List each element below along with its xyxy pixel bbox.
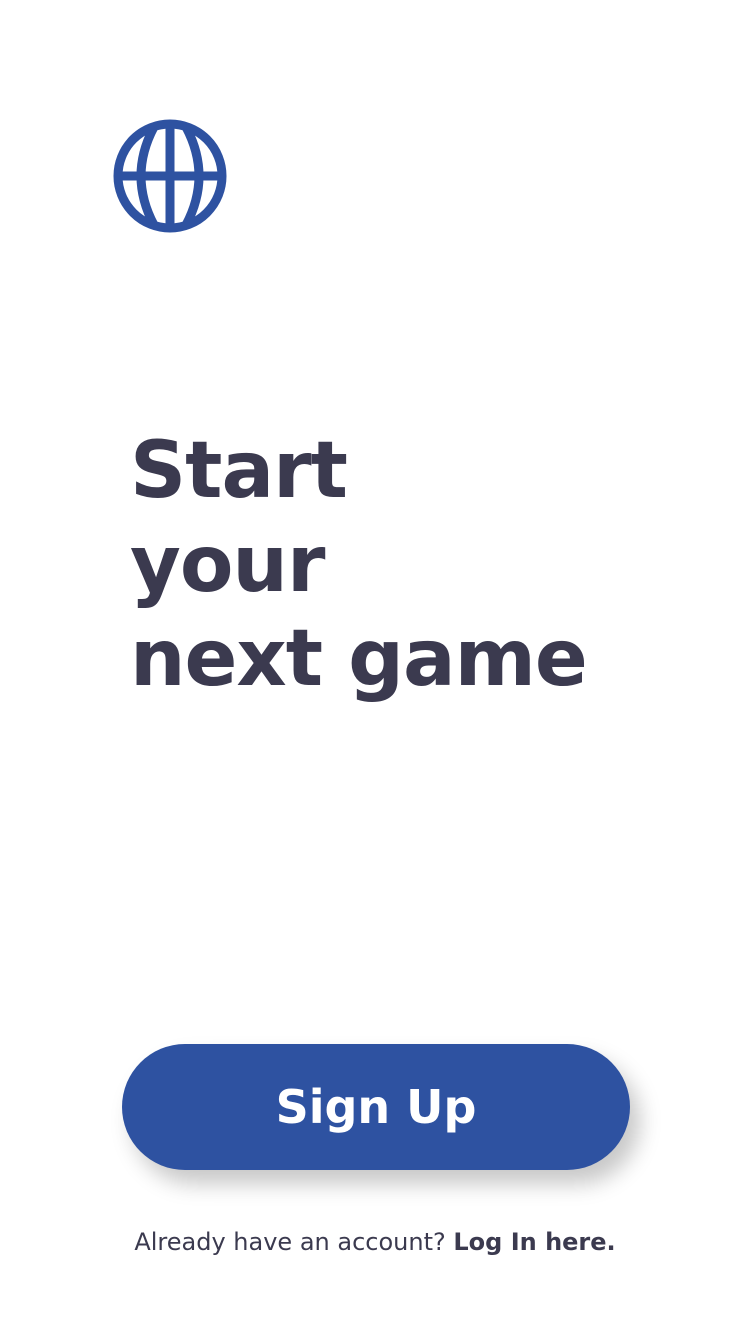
hero-line-1: Start [130,426,348,516]
login-prompt-text: Already have an account? [134,1228,446,1256]
signup-button[interactable]: Sign Up [122,1044,630,1170]
hero-headline: Start your next game [130,424,588,706]
hero-line-2: your [130,520,325,610]
hero-line-3: next game [130,614,588,704]
login-link[interactable]: Log In here. [453,1228,615,1256]
app-logo [112,118,228,234]
basketball-icon [113,119,227,233]
login-prompt-row: Already have an account? Log In here. [0,1222,750,1262]
